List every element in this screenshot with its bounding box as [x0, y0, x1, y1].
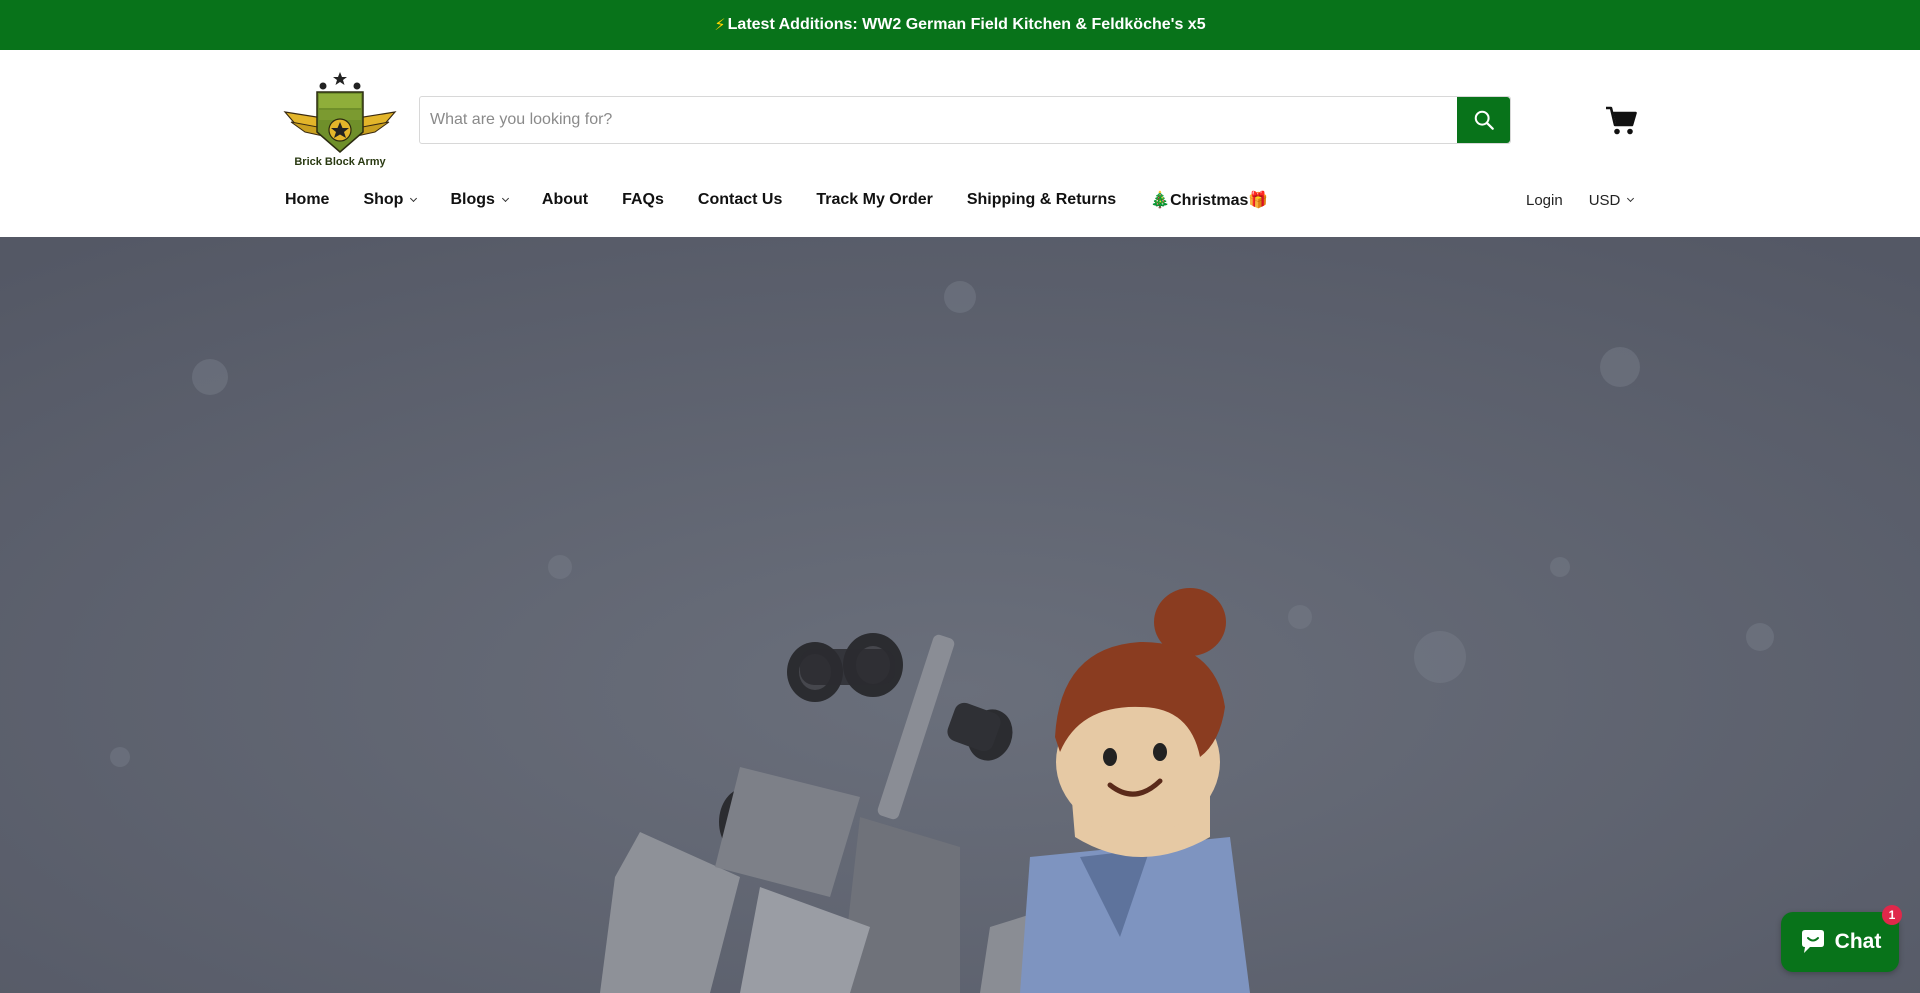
chat-bubble-icon	[1801, 930, 1824, 953]
search-button[interactable]	[1457, 97, 1510, 143]
account-nav: Login USD	[1526, 188, 1635, 212]
hero-photo-minifigure-binoculars	[0, 237, 1920, 993]
lightning-bolt-icon: ⚡	[714, 17, 726, 34]
nav-item-label: Contact Us	[697, 191, 783, 208]
nav-item-home[interactable]: Home	[285, 191, 329, 209]
nav-item-label: FAQs	[622, 191, 664, 208]
nav-item-label: About	[541, 191, 589, 208]
nav-item-label: Track My Order	[816, 191, 933, 208]
chevron-down-icon	[410, 194, 418, 203]
nav-item-blogs[interactable]: Blogs	[450, 191, 509, 209]
chat-label: Chat	[1834, 930, 1882, 953]
chevron-down-icon	[501, 194, 509, 203]
search-input[interactable]	[420, 97, 1457, 143]
currency-selector[interactable]: USD	[1588, 191, 1635, 209]
currency-value: USD	[1588, 191, 1621, 209]
logo-emblem	[283, 72, 397, 153]
nav-item-about[interactable]: About	[542, 191, 588, 209]
nav-item-contact-us[interactable]: Contact Us	[698, 191, 782, 209]
chat-notification-badge: 1	[1882, 905, 1902, 925]
nav-item-shop[interactable]: Shop	[363, 191, 418, 209]
cart-icon	[1606, 106, 1637, 135]
chat-button[interactable]: Chat	[1781, 912, 1899, 972]
search-bar	[419, 96, 1511, 144]
nav-item-label: Home	[285, 191, 330, 208]
chevron-down-icon	[1627, 194, 1635, 203]
nav-item-label: 🎄Christmas🎁	[1150, 192, 1269, 209]
announcement-text: Latest Additions: WW2 German Field Kitch…	[727, 16, 1206, 33]
login-link[interactable]: Login	[1526, 192, 1563, 209]
nav-item-label: Shipping & Returns	[966, 191, 1117, 208]
nav-item-track-my-order[interactable]: Track My Order	[816, 191, 933, 209]
cart-button[interactable]	[1605, 106, 1637, 136]
main-nav: Home Shop Blogs About FAQs Contact Us Tr…	[285, 188, 1302, 212]
nav-item-shipping-returns[interactable]: Shipping & Returns	[967, 191, 1116, 209]
nav-item-label: Shop	[363, 191, 404, 208]
site-logo[interactable]: Brick Block Army	[283, 70, 397, 178]
nav-item-faqs[interactable]: FAQs	[622, 191, 664, 209]
nav-item-christmas[interactable]: 🎄Christmas🎁	[1150, 190, 1268, 210]
site-header: Brick Block Army Home Shop Blogs About F…	[0, 50, 1920, 237]
search-icon	[1474, 110, 1494, 130]
nav-item-label: Blogs	[450, 191, 495, 208]
announcement-bar[interactable]: ⚡ Latest Additions: WW2 German Field Kit…	[0, 0, 1920, 50]
logo-text: Brick Block Army	[294, 156, 386, 168]
hero-banner-image[interactable]	[0, 237, 1920, 993]
